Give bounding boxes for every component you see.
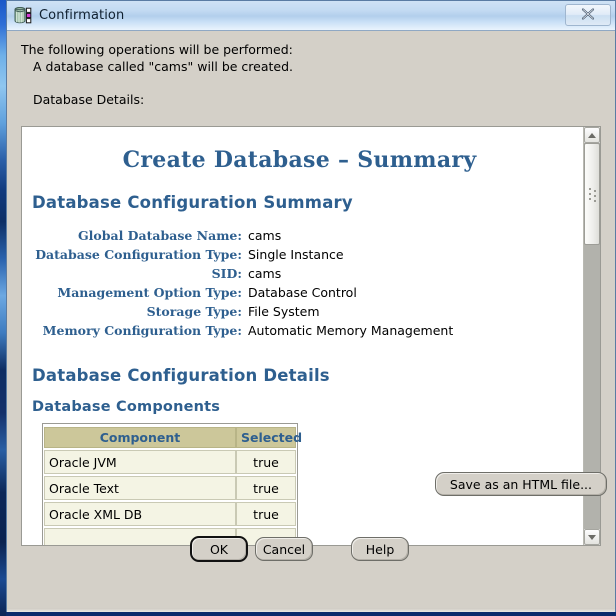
database-components-table-wrap: Component Selected Oracle JVM true Oracl… xyxy=(42,423,302,545)
summary-value: File System xyxy=(248,304,320,319)
cell-component: Oracle XML DB xyxy=(44,502,236,526)
intro-line-1: The following operations will be perform… xyxy=(21,42,293,57)
close-icon xyxy=(581,7,595,23)
cell-selected: true xyxy=(236,476,296,500)
dialog-body: The following operations will be perform… xyxy=(7,31,615,612)
table-row: Storage Type: File System xyxy=(32,302,453,321)
heading-database-configuration-summary: Database Configuration Summary xyxy=(32,193,353,212)
confirmation-dialog-window: Confirmation The following operations wi… xyxy=(6,0,616,612)
summary-label: Management Option Type: xyxy=(57,285,242,300)
database-components-table: Component Selected Oracle JVM true Oracl… xyxy=(44,425,302,545)
window-title: Confirmation xyxy=(39,8,125,23)
summary-label: Storage Type: xyxy=(146,304,242,319)
cell-component: Oracle Text xyxy=(44,476,236,500)
table-header-row: Component Selected xyxy=(44,427,302,448)
summary-label: Memory Configuration Type: xyxy=(42,323,242,338)
summary-value: Single Instance xyxy=(248,247,344,262)
table-row: Memory Configuration Type: Automatic Mem… xyxy=(32,321,454,340)
title-bar[interactable]: Confirmation xyxy=(7,1,615,31)
summary-value: cams xyxy=(248,266,282,281)
close-button[interactable] xyxy=(565,4,611,26)
table-row: Global Database Name: cams xyxy=(32,226,453,245)
table-row: Oracle Text true xyxy=(44,476,296,500)
table-row: Oracle XML DB true xyxy=(44,502,296,526)
intro-line-3: Database Details: xyxy=(33,92,145,107)
summary-key-value-table: Global Database Name: cams Database Conf… xyxy=(32,226,453,340)
summary-label: Database Configuration Type: xyxy=(35,247,242,262)
intro-text-block: The following operations will be perform… xyxy=(21,41,581,108)
ok-button[interactable]: OK xyxy=(190,536,248,562)
heading-database-components: Database Components xyxy=(32,399,221,415)
column-header-selected: Selected xyxy=(236,427,302,448)
intro-line-2: A database called "cams" will be created… xyxy=(33,59,294,74)
table-row: Oracle JVM true xyxy=(44,450,296,474)
help-button[interactable]: Help xyxy=(351,537,409,561)
document-title: Create Database – Summary xyxy=(122,147,477,173)
summary-label: Global Database Name: xyxy=(77,228,242,243)
summary-value: Database Control xyxy=(248,285,357,300)
cell-component: Oracle JVM xyxy=(44,450,236,474)
scrollbar-thumb[interactable] xyxy=(584,143,600,245)
scroll-up-icon[interactable] xyxy=(584,127,600,143)
summary-value: Automatic Memory Management xyxy=(248,323,454,338)
scroll-down-icon[interactable] xyxy=(584,529,600,545)
cancel-button[interactable]: Cancel xyxy=(255,537,313,561)
summary-label: SID: xyxy=(211,266,242,281)
save-as-html-button[interactable]: Save as an HTML file... xyxy=(434,472,607,496)
table-row: Database Configuration Type: Single Inst… xyxy=(32,245,453,264)
table-row: SID: cams xyxy=(32,264,453,283)
cell-selected: true xyxy=(236,450,296,474)
table-row: Management Option Type: Database Control xyxy=(32,283,453,302)
cell-selected: true xyxy=(236,502,296,526)
bottom-separator xyxy=(7,608,615,612)
summary-value: cams xyxy=(248,228,282,243)
database-icon xyxy=(14,7,32,24)
heading-database-configuration-details: Database Configuration Details xyxy=(32,366,330,385)
column-header-component: Component xyxy=(44,427,236,448)
scrollbar-grip xyxy=(589,188,598,204)
